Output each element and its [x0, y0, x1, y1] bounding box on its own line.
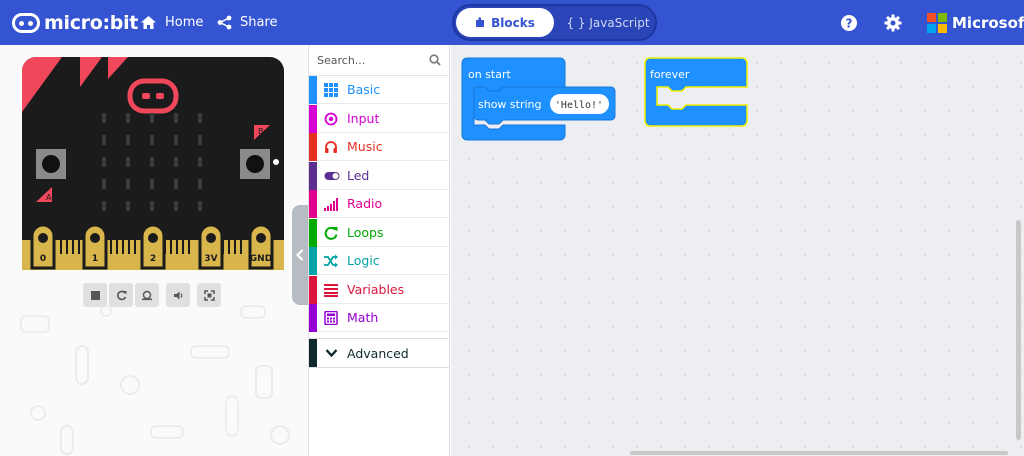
top-header: micro:bit Home Share Blocks { } JavaScri…: [0, 0, 1024, 45]
category-color-bar: [309, 276, 317, 304]
category-loops[interactable]: Loops: [309, 219, 449, 247]
category-music[interactable]: Music: [309, 133, 449, 161]
category-color-bar: [309, 105, 317, 133]
list-lines-icon: [324, 284, 338, 297]
simulator-controls-fullscreen: [197, 283, 221, 307]
microsoft-logo-icon: [927, 13, 947, 33]
pin-gnd-label: GND: [250, 254, 272, 264]
forever-label: forever: [650, 68, 690, 81]
headphones-icon: [325, 141, 337, 153]
shuffle-icon: [324, 254, 338, 268]
home-label: Home: [165, 15, 204, 30]
collapse-simulator-button[interactable]: [292, 205, 308, 305]
category-logic[interactable]: Logic: [309, 247, 449, 275]
category-label: Math: [347, 310, 379, 325]
category-radio[interactable]: Radio: [309, 190, 449, 218]
category-label: Logic: [347, 253, 380, 268]
category-math[interactable]: Math: [309, 304, 449, 332]
toolbox: Basic Input Music Led Radio Loops Logic …: [308, 45, 450, 456]
stop-button[interactable]: [83, 283, 107, 307]
category-color-bar: [309, 190, 317, 218]
simulator-controls-secondary: [166, 283, 190, 307]
toolbox-search: [309, 45, 449, 76]
home-icon: [141, 16, 156, 29]
calculator-icon: [324, 311, 338, 325]
on-start-label: on start: [468, 68, 512, 81]
category-color-bar: [309, 247, 317, 275]
category-basic[interactable]: Basic: [309, 76, 449, 104]
category-label: Advanced: [347, 346, 409, 361]
refresh-icon: [324, 226, 338, 240]
category-label: Input: [347, 111, 380, 126]
category-color-bar: [309, 339, 317, 367]
category-label: Basic: [347, 82, 381, 97]
search-input[interactable]: [317, 51, 427, 69]
chevron-down-icon: [325, 349, 338, 358]
button-a-label: A: [46, 193, 52, 202]
vertical-scrollbar[interactable]: [1016, 220, 1021, 440]
category-advanced[interactable]: Advanced: [309, 338, 449, 368]
category-label: Music: [347, 139, 383, 154]
search-icon[interactable]: [429, 54, 441, 66]
button-b-label: B: [258, 127, 264, 136]
pin-0-label: 0: [40, 254, 46, 264]
snail-icon: [142, 290, 152, 300]
category-label: Led: [347, 168, 370, 183]
category-color-bar: [309, 162, 317, 190]
fullscreen-button[interactable]: [197, 283, 221, 307]
chevron-left-icon: [296, 249, 304, 261]
mute-button[interactable]: [166, 283, 190, 307]
svg-text:?: ?: [846, 17, 853, 31]
toggle-icon: [324, 172, 340, 180]
puzzle-icon: [476, 17, 485, 27]
category-color-bar: [309, 219, 317, 247]
simulator-controls: [83, 283, 159, 307]
category-color-bar: [309, 133, 317, 161]
category-label: Variables: [347, 282, 405, 297]
simulator-panel: A B 0 1 2 3V GND: [0, 45, 307, 456]
microbit-board: A B 0 1 2 3V GND: [22, 57, 284, 270]
microsoft-link[interactable]: Microsoft: [927, 13, 1024, 33]
blocks-tab[interactable]: Blocks: [456, 8, 554, 37]
category-label: Radio: [347, 196, 383, 211]
logo-text: micro:bit: [44, 12, 139, 34]
category-variables[interactable]: Variables: [309, 276, 449, 304]
show-string-label: show string: [478, 98, 542, 111]
slow-motion-button[interactable]: [135, 283, 159, 307]
signal-bars-icon: [324, 198, 338, 211]
restart-button[interactable]: [109, 283, 133, 307]
javascript-tab[interactable]: { } JavaScript: [562, 8, 654, 37]
volume-icon: [173, 291, 182, 299]
forever-block[interactable]: forever: [644, 57, 750, 129]
target-icon: [324, 112, 338, 126]
home-button[interactable]: Home: [140, 0, 203, 45]
editor-mode-toggle: Blocks { } JavaScript: [452, 4, 657, 41]
microbit-logo[interactable]: micro:bit: [12, 11, 138, 35]
share-button[interactable]: Share: [217, 0, 278, 45]
category-color-bar: [309, 76, 317, 104]
restart-icon: [116, 290, 126, 300]
pin-2-label: 2: [150, 254, 156, 264]
category-label: Loops: [347, 225, 384, 240]
on-start-block[interactable]: on start show string 'Hello!': [461, 57, 621, 143]
horizontal-scrollbar[interactable]: [630, 451, 1008, 455]
string-value[interactable]: 'Hello!': [555, 100, 603, 111]
category-input[interactable]: Input: [309, 105, 449, 133]
grid-icon: [324, 83, 338, 97]
stop-icon: [90, 290, 100, 300]
help-icon[interactable]: ?: [839, 13, 859, 33]
share-label: Share: [240, 15, 278, 30]
pin-1-label: 1: [92, 254, 98, 264]
share-icon: [217, 15, 232, 30]
blocks-tab-label: Blocks: [491, 15, 535, 30]
javascript-tab-label: { } JavaScript: [566, 15, 650, 30]
pin-3v-label: 3V: [204, 254, 217, 264]
category-led[interactable]: Led: [309, 162, 449, 190]
microbit-badge-icon: [12, 13, 40, 33]
microsoft-label: Microsoft: [952, 14, 1024, 32]
fullscreen-icon: [203, 289, 215, 301]
category-color-bar: [309, 304, 317, 332]
gear-icon[interactable]: [883, 13, 903, 33]
